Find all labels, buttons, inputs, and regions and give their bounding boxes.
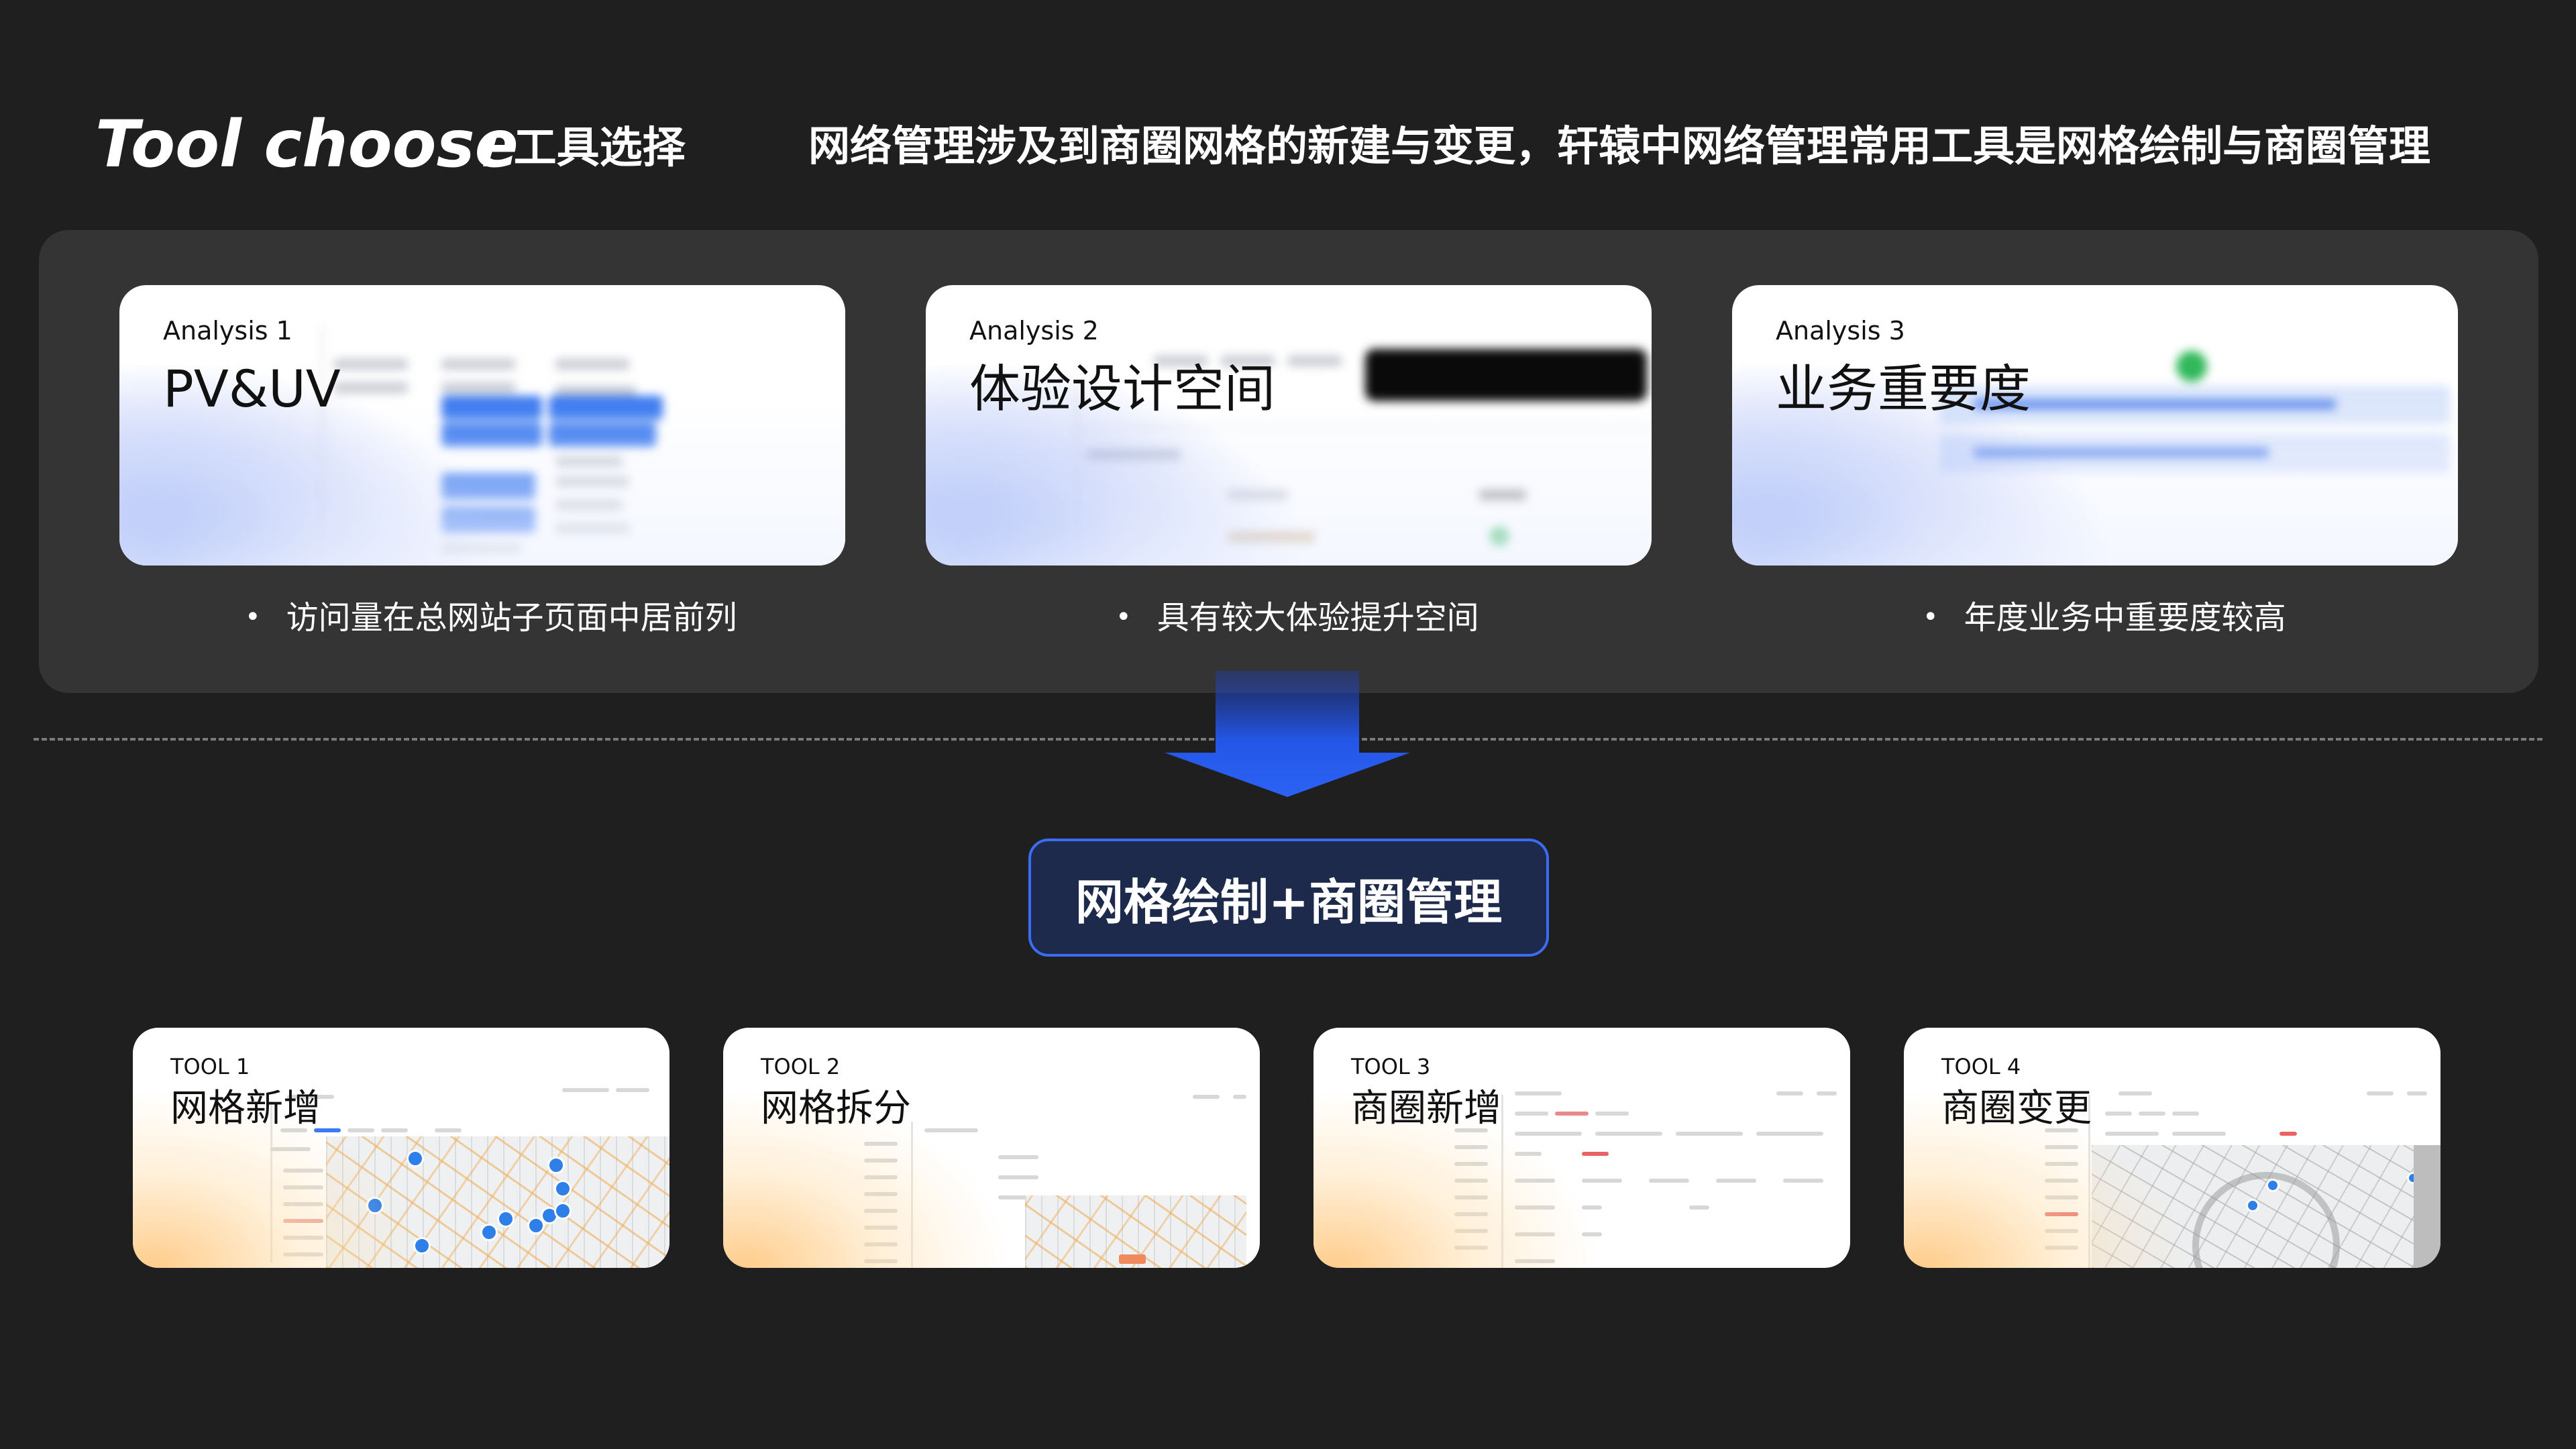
tool-card-3: TOOL 3 商圈新增 <box>1313 1028 1850 1268</box>
analysis-kicker: Analysis 3 <box>1776 316 1905 345</box>
tool-title: 商圈新增 <box>1351 1087 1501 1130</box>
page-description: 网络管理涉及到商圈网格的新建与变更，轩辕中网络管理常用工具是网格绘制与商圈管理 <box>808 121 2431 170</box>
tool-card-1: TOOL 1 网格新增 <box>133 1028 669 1268</box>
bullet-text: 年度业务中重要度较高 <box>1964 599 2286 637</box>
bullet-text: 访问量在总网站子页面中居前列 <box>286 599 737 637</box>
analysis-kicker: Analysis 2 <box>969 316 1099 345</box>
analysis-title: PV&UV <box>163 359 341 419</box>
analysis-title: 业务重要度 <box>1776 359 2031 419</box>
bullet-text: 具有较大体验提升空间 <box>1157 599 1479 637</box>
tool-title: 网格新增 <box>170 1087 321 1130</box>
dot-icon: • <box>245 602 261 633</box>
analysis-card-3: Analysis 3 业务重要度 <box>1732 285 2458 566</box>
analysis-title: 体验设计空间 <box>969 359 1275 419</box>
analysis-card-1: Analysis 1 PV&UV <box>119 285 845 566</box>
tool-kicker: TOOL 3 <box>1351 1054 1431 1079</box>
tool-kicker: TOOL 1 <box>170 1054 250 1079</box>
down-arrow-icon <box>1165 671 1410 797</box>
page-subtitle: / 工具选择 <box>483 123 686 173</box>
analysis-bullet-2: • 具有较大体验提升空间 <box>1116 590 1479 645</box>
tool-kicker: TOOL 4 <box>1941 1054 2021 1079</box>
selected-tools-pill: 网格绘制+商圈管理 <box>1028 839 1549 957</box>
tool-card-2: TOOL 2 网格拆分 <box>723 1028 1260 1268</box>
analysis-bullet-3: • 年度业务中重要度较高 <box>1923 590 2286 645</box>
tool-title: 网格拆分 <box>761 1087 911 1130</box>
tool-card-4: TOOL 4 商圈变更 <box>1904 1028 2440 1268</box>
analysis-kicker: Analysis 1 <box>163 316 292 345</box>
page-title: Tool choose <box>95 107 519 182</box>
tool-title: 商圈变更 <box>1941 1087 2092 1130</box>
tool-kicker: TOOL 2 <box>761 1054 841 1079</box>
dot-icon: • <box>1116 602 1132 633</box>
analysis-bullet-1: • 访问量在总网站子页面中居前列 <box>245 590 737 645</box>
analysis-card-2: Analysis 2 体验设计空间 <box>926 285 1652 566</box>
dot-icon: • <box>1923 602 1939 633</box>
